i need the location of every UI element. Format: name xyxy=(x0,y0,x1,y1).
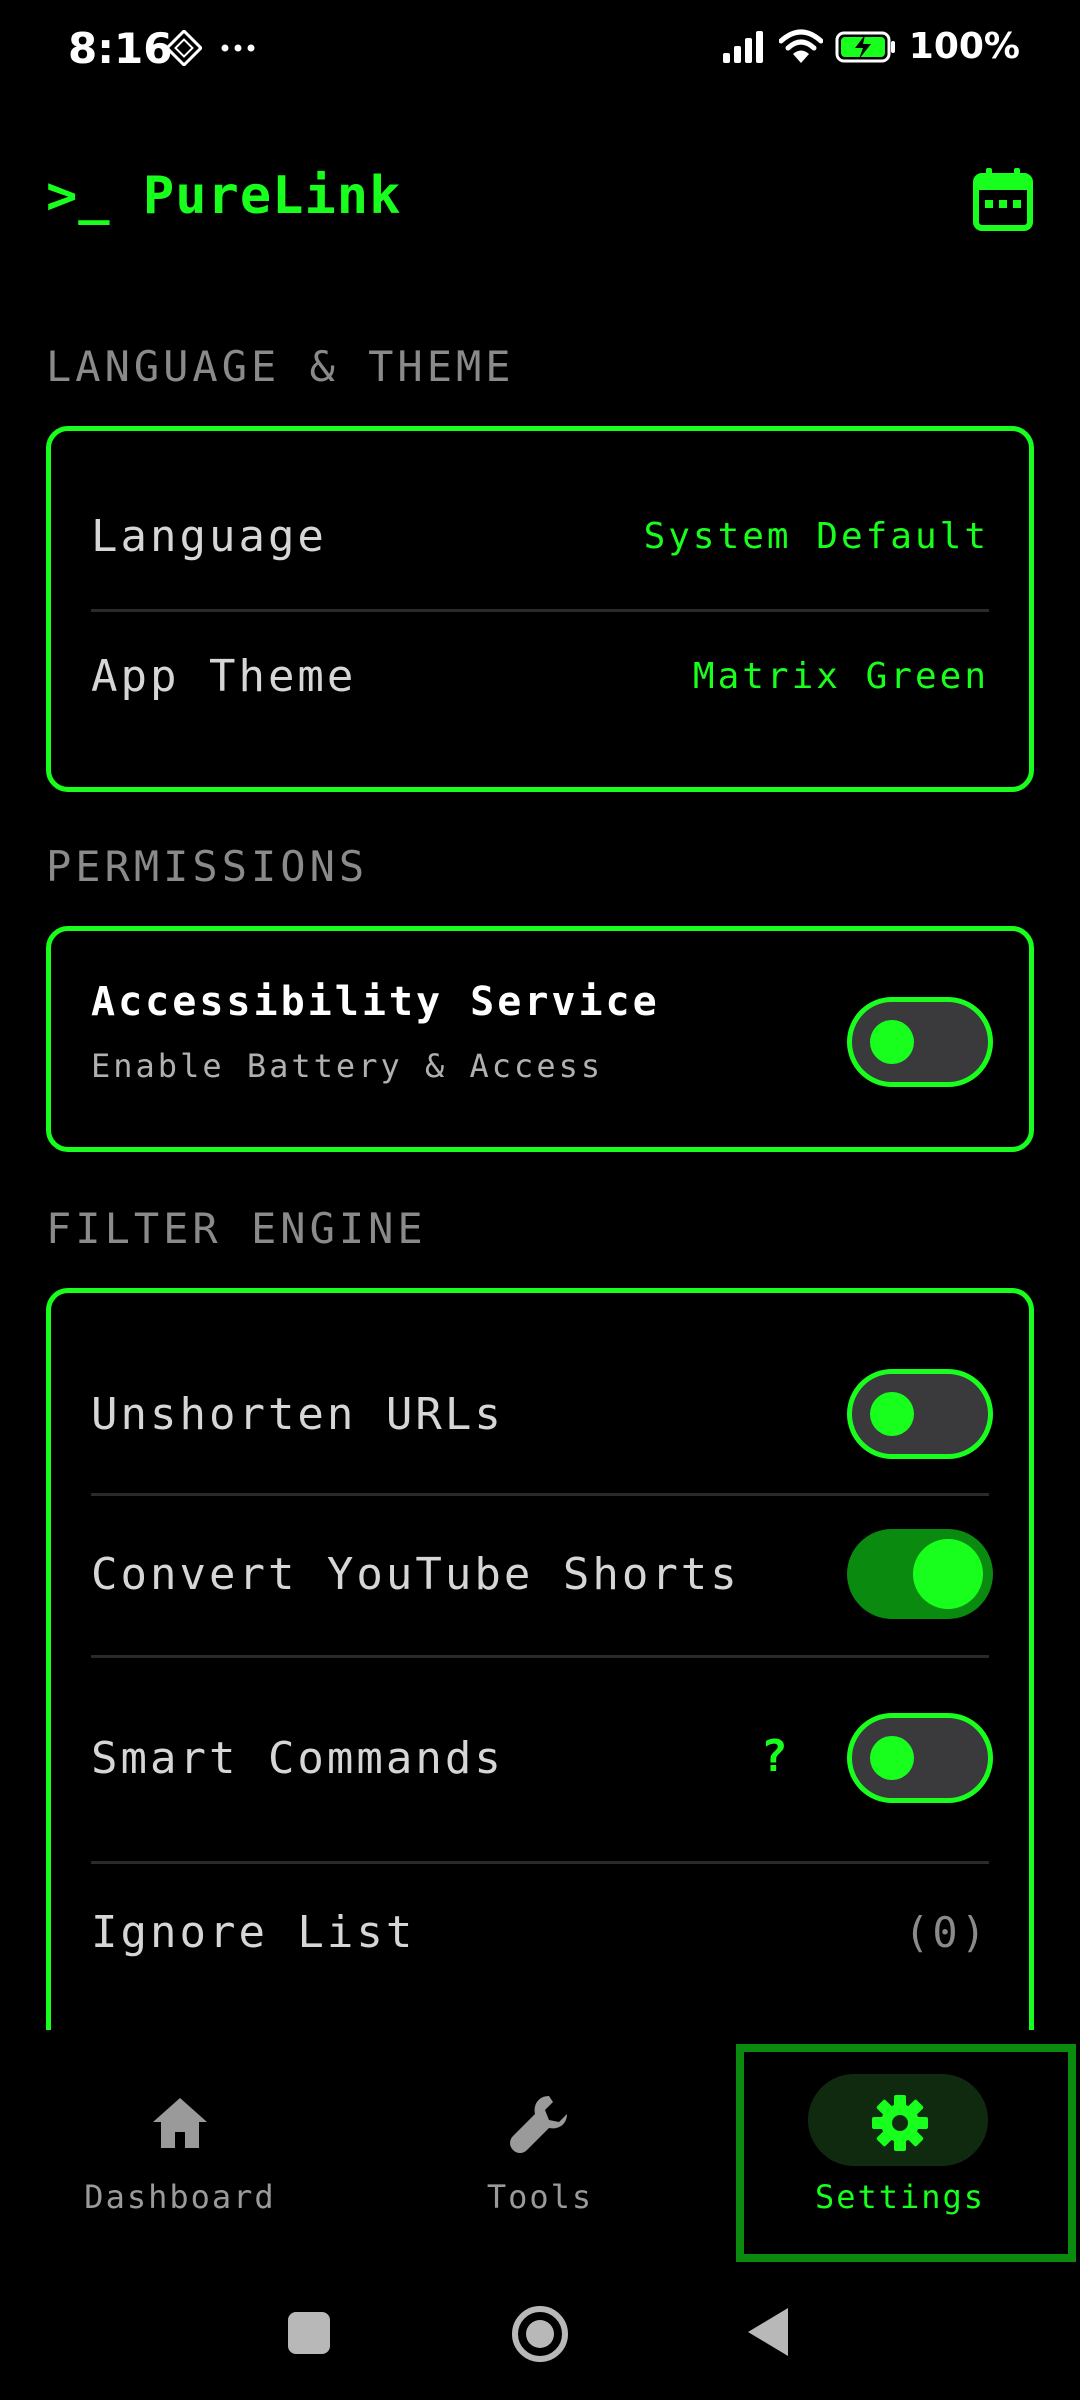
filter-engine-card: Unshorten URLs Convert YouTube Shorts Sm… xyxy=(46,1288,1034,2048)
toggle-knob xyxy=(870,1392,914,1436)
calendar-icon xyxy=(973,168,1033,231)
accessibility-text: Accessibility Service Enable Battery & A… xyxy=(91,979,660,1085)
status-right-icons: 100% xyxy=(721,26,1020,67)
home-icon xyxy=(153,2098,207,2148)
more-notifications-icon xyxy=(221,44,255,52)
recents-button[interactable] xyxy=(288,2312,330,2354)
nav-tools[interactable]: Tools xyxy=(360,2030,720,2270)
ignore-list-label: Ignore List xyxy=(91,1906,416,1958)
toggle-knob xyxy=(870,1736,914,1780)
ignore-list-row[interactable]: Ignore List (0) xyxy=(91,1887,989,1977)
section-title-permissions: PERMISSIONS xyxy=(46,842,369,891)
calendar-button[interactable] xyxy=(972,166,1034,232)
ignore-list-count: (0) xyxy=(904,1907,989,1957)
toggle-knob xyxy=(913,1539,983,1609)
language-value: System Default xyxy=(643,515,989,557)
permissions-card: Accessibility Service Enable Battery & A… xyxy=(46,926,1034,1152)
app-theme-value: Matrix Green xyxy=(692,655,989,697)
battery-percent: 100% xyxy=(908,26,1020,67)
unshorten-urls-label: Unshorten URLs xyxy=(91,1388,504,1440)
status-bar: 8:16 100% xyxy=(0,0,1080,100)
section-title-language-theme: LANGUAGE & THEME xyxy=(46,342,515,391)
home-button[interactable] xyxy=(512,2306,568,2362)
app-title: >_ PureLink xyxy=(46,166,402,226)
divider xyxy=(91,1493,989,1496)
divider xyxy=(91,1655,989,1658)
notification-app-icon xyxy=(166,30,202,66)
back-button[interactable] xyxy=(748,2308,788,2356)
nav-dashboard-label: Dashboard xyxy=(84,2178,276,2216)
language-row[interactable]: Language System Default xyxy=(91,501,989,571)
status-time: 8:16 xyxy=(68,24,173,73)
divider xyxy=(91,609,989,612)
accessibility-service-label: Accessibility Service xyxy=(91,979,660,1025)
wrench-icon xyxy=(510,2096,567,2153)
settings-focus-highlight xyxy=(736,2044,1076,2262)
unshorten-urls-toggle[interactable] xyxy=(847,1369,993,1459)
accessibility-service-toggle[interactable] xyxy=(847,997,993,1087)
battery-charging-icon xyxy=(835,31,895,62)
convert-youtube-shorts-toggle[interactable] xyxy=(847,1529,993,1619)
convert-youtube-shorts-label: Convert YouTube Shorts xyxy=(91,1548,740,1600)
section-title-filter-engine: FILTER ENGINE xyxy=(46,1204,427,1253)
nav-tools-label: Tools xyxy=(486,2178,594,2216)
nav-dashboard[interactable]: Dashboard xyxy=(0,2030,360,2270)
app-theme-label: App Theme xyxy=(91,650,357,702)
signal-icon xyxy=(722,30,763,63)
wifi-icon xyxy=(778,29,823,63)
app-theme-row[interactable]: App Theme Matrix Green xyxy=(91,641,989,711)
language-label: Language xyxy=(91,510,327,562)
language-theme-card: Language System Default App Theme Matrix… xyxy=(46,426,1034,792)
toggle-knob xyxy=(870,1020,914,1064)
accessibility-service-subtitle: Enable Battery & Access xyxy=(91,1047,604,1085)
divider xyxy=(91,1861,989,1864)
status-left-icons xyxy=(166,30,256,66)
smart-commands-help-button[interactable]: ? xyxy=(761,1731,788,1782)
smart-commands-label: Smart Commands xyxy=(91,1732,504,1784)
smart-commands-toggle[interactable] xyxy=(847,1713,993,1803)
